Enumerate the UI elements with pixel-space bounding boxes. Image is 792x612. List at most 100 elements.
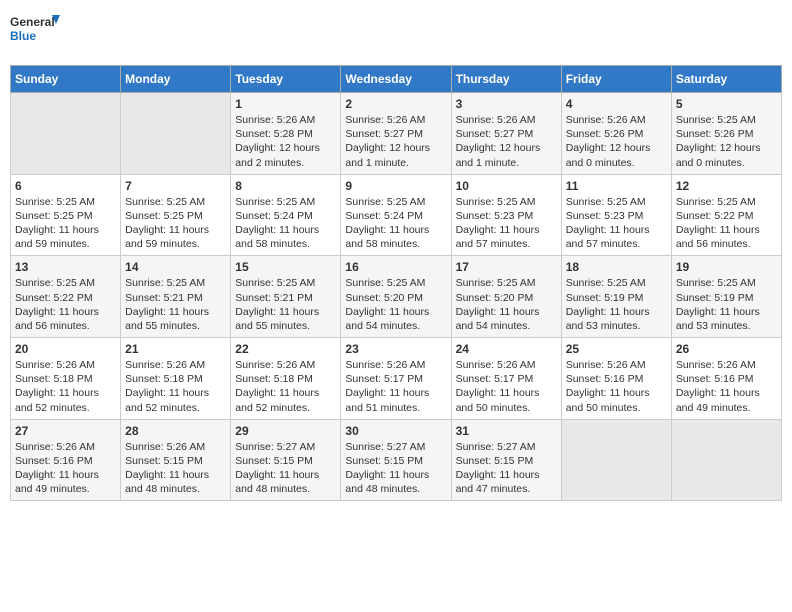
day-number: 13 xyxy=(15,260,116,274)
calendar-cell: 30 Sunrise: 5:27 AM Sunset: 5:15 PM Dayli… xyxy=(341,419,451,501)
cell-content: Sunrise: 5:25 AM Sunset: 5:25 PM Dayligh… xyxy=(125,195,226,252)
cell-content: Sunrise: 5:26 AM Sunset: 5:17 PM Dayligh… xyxy=(456,358,557,415)
day-number: 29 xyxy=(235,424,336,438)
cell-content: Sunrise: 5:27 AM Sunset: 5:15 PM Dayligh… xyxy=(345,440,446,497)
cell-content: Sunrise: 5:25 AM Sunset: 5:24 PM Dayligh… xyxy=(345,195,446,252)
day-number: 8 xyxy=(235,179,336,193)
week-row-1: 6 Sunrise: 5:25 AM Sunset: 5:25 PM Daylig… xyxy=(11,174,782,256)
day-number: 19 xyxy=(676,260,777,274)
day-number: 15 xyxy=(235,260,336,274)
week-row-4: 27 Sunrise: 5:26 AM Sunset: 5:16 PM Dayli… xyxy=(11,419,782,501)
logo: General Blue xyxy=(10,10,60,55)
calendar-cell: 29 Sunrise: 5:27 AM Sunset: 5:15 PM Dayli… xyxy=(231,419,341,501)
day-number: 24 xyxy=(456,342,557,356)
cell-content: Sunrise: 5:27 AM Sunset: 5:15 PM Dayligh… xyxy=(235,440,336,497)
calendar-cell: 9 Sunrise: 5:25 AM Sunset: 5:24 PM Daylig… xyxy=(341,174,451,256)
calendar-cell: 31 Sunrise: 5:27 AM Sunset: 5:15 PM Dayli… xyxy=(451,419,561,501)
day-number: 14 xyxy=(125,260,226,274)
cell-content: Sunrise: 5:25 AM Sunset: 5:22 PM Dayligh… xyxy=(676,195,777,252)
cell-content: Sunrise: 5:26 AM Sunset: 5:16 PM Dayligh… xyxy=(566,358,667,415)
calendar-cell: 22Sunrise: 5:26 AM Sunset: 5:18 PM Dayli… xyxy=(231,338,341,420)
calendar-cell: 6 Sunrise: 5:25 AM Sunset: 5:25 PM Daylig… xyxy=(11,174,121,256)
cell-content: Sunrise: 5:25 AM Sunset: 5:19 PM Dayligh… xyxy=(676,276,777,333)
day-number: 23 xyxy=(345,342,446,356)
day-number: 28 xyxy=(125,424,226,438)
cell-content: Sunrise: 5:26 AM Sunset: 5:17 PM Dayligh… xyxy=(345,358,446,415)
calendar-cell: 5 Sunrise: 5:25 AM Sunset: 5:26 PM Daylig… xyxy=(671,93,781,175)
cell-content: Sunrise: 5:25 AM Sunset: 5:23 PM Dayligh… xyxy=(456,195,557,252)
day-number: 5 xyxy=(676,97,777,111)
cell-content: Sunrise: 5:26 AM Sunset: 5:28 PM Dayligh… xyxy=(235,113,336,170)
cell-content: Sunrise: 5:25 AM Sunset: 5:24 PM Dayligh… xyxy=(235,195,336,252)
logo-icon: General Blue xyxy=(10,10,60,55)
calendar-cell: 12 Sunrise: 5:25 AM Sunset: 5:22 PM Dayli… xyxy=(671,174,781,256)
day-header-monday: Monday xyxy=(121,66,231,93)
day-header-saturday: Saturday xyxy=(671,66,781,93)
week-row-2: 13 Sunrise: 5:25 AM Sunset: 5:22 PM Dayli… xyxy=(11,256,782,338)
calendar-cell: 18 Sunrise: 5:25 AM Sunset: 5:19 PM Dayli… xyxy=(561,256,671,338)
calendar-cell: 10 Sunrise: 5:25 AM Sunset: 5:23 PM Dayli… xyxy=(451,174,561,256)
calendar-cell xyxy=(671,419,781,501)
day-header-friday: Friday xyxy=(561,66,671,93)
day-number: 12 xyxy=(676,179,777,193)
calendar-cell: 26 Sunrise: 5:26 AM Sunset: 5:16 PM Dayli… xyxy=(671,338,781,420)
cell-content: Sunrise: 5:25 AM Sunset: 5:22 PM Dayligh… xyxy=(15,276,116,333)
calendar-cell: 24 Sunrise: 5:26 AM Sunset: 5:17 PM Dayli… xyxy=(451,338,561,420)
day-number: 10 xyxy=(456,179,557,193)
day-number: 31 xyxy=(456,424,557,438)
calendar-cell: 20Sunrise: 5:26 AM Sunset: 5:18 PM Dayli… xyxy=(11,338,121,420)
calendar-cell: 1 Sunrise: 5:26 AM Sunset: 5:28 PM Daylig… xyxy=(231,93,341,175)
calendar-cell xyxy=(11,93,121,175)
calendar-cell: 14Sunrise: 5:25 AM Sunset: 5:21 PM Dayli… xyxy=(121,256,231,338)
calendar-cell: 19 Sunrise: 5:25 AM Sunset: 5:19 PM Dayli… xyxy=(671,256,781,338)
day-number: 2 xyxy=(345,97,446,111)
calendar-cell: 27 Sunrise: 5:26 AM Sunset: 5:16 PM Dayli… xyxy=(11,419,121,501)
day-number: 4 xyxy=(566,97,667,111)
day-number: 1 xyxy=(235,97,336,111)
calendar-cell: 11 Sunrise: 5:25 AM Sunset: 5:23 PM Dayli… xyxy=(561,174,671,256)
calendar-cell: 4 Sunrise: 5:26 AM Sunset: 5:26 PM Daylig… xyxy=(561,93,671,175)
calendar-cell: 28 Sunrise: 5:26 AM Sunset: 5:15 PM Dayli… xyxy=(121,419,231,501)
cell-content: Sunrise: 5:27 AM Sunset: 5:15 PM Dayligh… xyxy=(456,440,557,497)
calendar-cell: 21Sunrise: 5:26 AM Sunset: 5:18 PM Dayli… xyxy=(121,338,231,420)
calendar-cell xyxy=(561,419,671,501)
day-number: 6 xyxy=(15,179,116,193)
day-number: 11 xyxy=(566,179,667,193)
day-header-sunday: Sunday xyxy=(11,66,121,93)
calendar-cell: 2Sunrise: 5:26 AM Sunset: 5:27 PM Daylig… xyxy=(341,93,451,175)
day-number: 7 xyxy=(125,179,226,193)
cell-content: Sunrise: 5:25 AM Sunset: 5:20 PM Dayligh… xyxy=(456,276,557,333)
day-number: 3 xyxy=(456,97,557,111)
week-row-0: 1 Sunrise: 5:26 AM Sunset: 5:28 PM Daylig… xyxy=(11,93,782,175)
calendar-cell: 25 Sunrise: 5:26 AM Sunset: 5:16 PM Dayli… xyxy=(561,338,671,420)
day-number: 18 xyxy=(566,260,667,274)
calendar-cell: 13 Sunrise: 5:25 AM Sunset: 5:22 PM Dayli… xyxy=(11,256,121,338)
cell-content: Sunrise: 5:25 AM Sunset: 5:26 PM Dayligh… xyxy=(676,113,777,170)
day-number: 30 xyxy=(345,424,446,438)
cell-content: Sunrise: 5:26 AM Sunset: 5:18 PM Dayligh… xyxy=(15,358,116,415)
calendar-cell: 17Sunrise: 5:25 AM Sunset: 5:20 PM Dayli… xyxy=(451,256,561,338)
day-header-tuesday: Tuesday xyxy=(231,66,341,93)
cell-content: Sunrise: 5:25 AM Sunset: 5:25 PM Dayligh… xyxy=(15,195,116,252)
cell-content: Sunrise: 5:25 AM Sunset: 5:23 PM Dayligh… xyxy=(566,195,667,252)
cell-content: Sunrise: 5:26 AM Sunset: 5:18 PM Dayligh… xyxy=(125,358,226,415)
calendar-cell xyxy=(121,93,231,175)
calendar-cell: 16Sunrise: 5:25 AM Sunset: 5:20 PM Dayli… xyxy=(341,256,451,338)
cell-content: Sunrise: 5:26 AM Sunset: 5:15 PM Dayligh… xyxy=(125,440,226,497)
cell-content: Sunrise: 5:26 AM Sunset: 5:18 PM Dayligh… xyxy=(235,358,336,415)
day-header-wednesday: Wednesday xyxy=(341,66,451,93)
cell-content: Sunrise: 5:26 AM Sunset: 5:16 PM Dayligh… xyxy=(15,440,116,497)
cell-content: Sunrise: 5:26 AM Sunset: 5:26 PM Dayligh… xyxy=(566,113,667,170)
cell-content: Sunrise: 5:25 AM Sunset: 5:20 PM Dayligh… xyxy=(345,276,446,333)
page-header: General Blue xyxy=(10,10,782,55)
calendar-cell: 15Sunrise: 5:25 AM Sunset: 5:21 PM Dayli… xyxy=(231,256,341,338)
calendar-cell: 7 Sunrise: 5:25 AM Sunset: 5:25 PM Daylig… xyxy=(121,174,231,256)
cell-content: Sunrise: 5:25 AM Sunset: 5:19 PM Dayligh… xyxy=(566,276,667,333)
calendar-cell: 23 Sunrise: 5:26 AM Sunset: 5:17 PM Dayli… xyxy=(341,338,451,420)
day-number: 25 xyxy=(566,342,667,356)
day-number: 26 xyxy=(676,342,777,356)
day-number: 27 xyxy=(15,424,116,438)
day-header-thursday: Thursday xyxy=(451,66,561,93)
day-number: 9 xyxy=(345,179,446,193)
cell-content: Sunrise: 5:26 AM Sunset: 5:16 PM Dayligh… xyxy=(676,358,777,415)
